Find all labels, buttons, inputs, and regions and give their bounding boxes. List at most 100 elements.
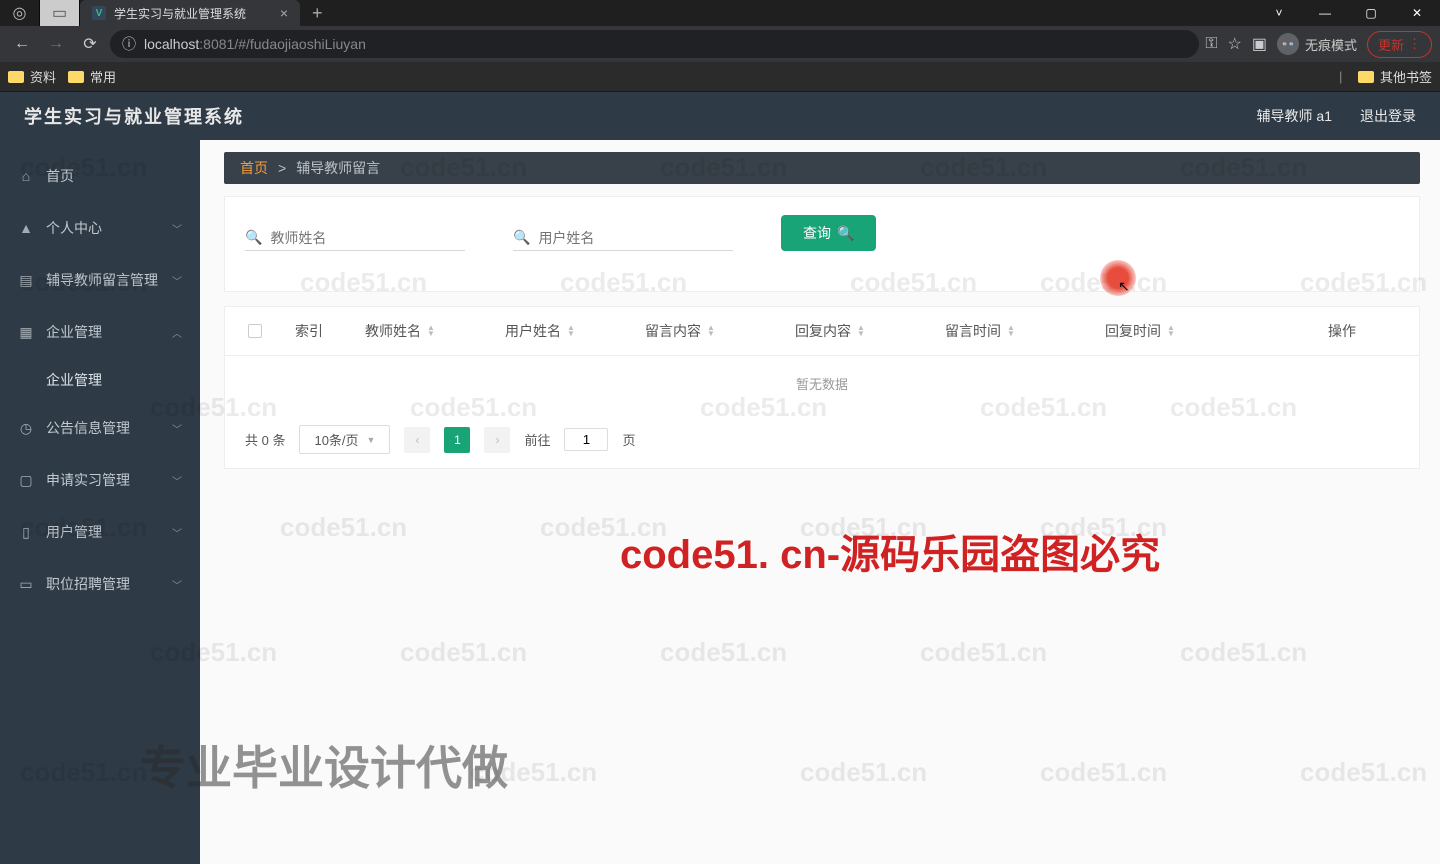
th-msg-time[interactable]: 留言时间▲▼ bbox=[945, 321, 1105, 341]
chevron-up-icon: ︿ bbox=[172, 325, 182, 340]
bookmark-folder-1[interactable]: 资料 bbox=[8, 67, 56, 86]
th-user[interactable]: 用户姓名▲▼ bbox=[505, 321, 645, 341]
th-content[interactable]: 留言内容▲▼ bbox=[645, 321, 795, 341]
tab-inactive-2[interactable]: ▭ bbox=[40, 0, 80, 26]
sidebar-item-users[interactable]: ▯用户管理﹀ bbox=[0, 506, 200, 558]
sort-icon[interactable]: ▲▼ bbox=[567, 325, 575, 337]
update-button[interactable]: 更新 ⋮ bbox=[1367, 31, 1432, 58]
pager-next[interactable]: › bbox=[484, 427, 510, 453]
logout-link[interactable]: 退出登录 bbox=[1360, 106, 1416, 126]
sidebar-item-home[interactable]: ⌂首页 bbox=[0, 150, 200, 202]
message-icon: ▤ bbox=[18, 272, 34, 289]
reload-button[interactable]: ⟳ bbox=[76, 30, 104, 58]
vue-icon: V bbox=[92, 6, 106, 20]
chevron-down-icon: ﹀ bbox=[172, 577, 182, 592]
data-table: 索引 教师姓名▲▼ 用户姓名▲▼ 留言内容▲▼ 回复内容▲▼ 留言时间▲▼ 回复… bbox=[224, 306, 1420, 469]
chevron-down-icon: ﹀ bbox=[172, 221, 182, 236]
user-name-input[interactable] bbox=[538, 230, 733, 246]
th-reply[interactable]: 回复内容▲▼ bbox=[795, 321, 945, 341]
password-key-icon[interactable]: ⚿ bbox=[1205, 35, 1217, 53]
window-dropdown-icon[interactable]: ˅ bbox=[1256, 0, 1302, 26]
breadcrumb: 首页 > 辅导教师留言 bbox=[224, 152, 1420, 184]
breadcrumb-home[interactable]: 首页 bbox=[240, 158, 268, 178]
th-reply-time[interactable]: 回复时间▲▼ bbox=[1105, 321, 1305, 341]
pager-prev[interactable]: ‹ bbox=[404, 427, 430, 453]
th-index[interactable]: 索引 bbox=[285, 321, 365, 341]
breadcrumb-sep: > bbox=[278, 160, 286, 176]
pager-goto-input[interactable] bbox=[564, 428, 608, 451]
sort-icon[interactable]: ▲▼ bbox=[1007, 325, 1015, 337]
pagination: 共 0 条 10条/页▼ ‹ 1 › 前往 页 bbox=[225, 411, 1419, 468]
sidebar: ⌂首页 ▲个人中心﹀ ▤辅导教师留言管理﹀ ▦企业管理︿ 企业管理 ◷公告信息管… bbox=[0, 140, 200, 864]
extensions-icon[interactable]: ▣ bbox=[1252, 34, 1267, 54]
url-host: localhost bbox=[144, 36, 199, 52]
sidebar-item-apply[interactable]: ▢申请实习管理﹀ bbox=[0, 454, 200, 506]
checkbox-icon[interactable] bbox=[248, 324, 262, 338]
breadcrumb-current: 辅导教师留言 bbox=[296, 158, 380, 178]
grid-icon: ▦ bbox=[18, 324, 34, 341]
chevron-down-icon: ﹀ bbox=[172, 421, 182, 436]
sidebar-item-message-mgmt[interactable]: ▤辅导教师留言管理﹀ bbox=[0, 254, 200, 306]
window-close-icon[interactable]: ✕ bbox=[1394, 0, 1440, 26]
th-ops: 操作 bbox=[1305, 321, 1419, 341]
search-button[interactable]: 查询 🔍 bbox=[781, 215, 876, 251]
pager-goto-label: 前往 bbox=[524, 430, 550, 449]
sort-icon[interactable]: ▲▼ bbox=[1167, 325, 1175, 337]
tab-title: 学生实习与就业管理系统 bbox=[114, 5, 246, 22]
sidebar-item-jobs[interactable]: ▭职位招聘管理﹀ bbox=[0, 558, 200, 610]
tab-active[interactable]: V 学生实习与就业管理系统 × bbox=[80, 0, 300, 26]
chevron-down-icon: ﹀ bbox=[172, 273, 182, 288]
forward-button[interactable]: → bbox=[42, 30, 70, 58]
phone-icon: ▯ bbox=[18, 524, 34, 541]
folder-icon bbox=[1358, 71, 1374, 83]
notice-icon: ◷ bbox=[18, 420, 34, 437]
teacher-name-field[interactable]: 🔍 bbox=[245, 225, 465, 251]
incognito-icon: 👓 bbox=[1277, 33, 1299, 55]
home-icon: ⌂ bbox=[18, 168, 34, 184]
user-icon: ▲ bbox=[18, 220, 34, 236]
pager-goto-suffix: 页 bbox=[622, 430, 635, 449]
window-minimize-icon[interactable]: — bbox=[1302, 0, 1348, 26]
chevron-down-icon: ﹀ bbox=[172, 473, 182, 488]
pager-page-1[interactable]: 1 bbox=[444, 427, 470, 453]
main-content: 首页 > 辅导教师留言 🔍 🔍 查询 🔍 bbox=[200, 140, 1440, 864]
sort-icon[interactable]: ▲▼ bbox=[427, 325, 435, 337]
address-bar[interactable]: ⓘ localhost:8081/#/fudaojiaoshiLiuyan bbox=[110, 30, 1199, 58]
window-maximize-icon[interactable]: ▢ bbox=[1348, 0, 1394, 26]
search-icon: 🔍 bbox=[245, 229, 262, 246]
pager-total: 共 0 条 bbox=[245, 430, 285, 449]
close-tab-icon[interactable]: × bbox=[280, 5, 288, 21]
page-size-select[interactable]: 10条/页▼ bbox=[299, 425, 390, 454]
bookmark-folder-2[interactable]: 常用 bbox=[68, 67, 116, 86]
sidebar-item-enterprise[interactable]: ▦企业管理︿ bbox=[0, 306, 200, 358]
clipboard-icon: ▢ bbox=[18, 472, 34, 489]
back-button[interactable]: ← bbox=[8, 30, 36, 58]
folder-icon bbox=[8, 71, 24, 83]
watermark-red: code51. cn-源码乐园盗图必究 bbox=[620, 522, 1160, 580]
th-teacher[interactable]: 教师姓名▲▼ bbox=[365, 321, 505, 341]
chevron-down-icon: ﹀ bbox=[172, 525, 182, 540]
sort-icon[interactable]: ▲▼ bbox=[707, 325, 715, 337]
sidebar-item-personal[interactable]: ▲个人中心﹀ bbox=[0, 202, 200, 254]
app-title: 学生实习与就业管理系统 bbox=[24, 103, 244, 129]
app-header: 学生实习与就业管理系统 辅导教师 a1 退出登录 bbox=[0, 92, 1440, 140]
sidebar-item-notice[interactable]: ◷公告信息管理﹀ bbox=[0, 402, 200, 454]
new-tab-button[interactable]: + bbox=[300, 3, 335, 24]
sidebar-subitem-enterprise[interactable]: 企业管理 bbox=[0, 358, 200, 402]
search-icon: 🔍 bbox=[513, 229, 530, 246]
more-menu-icon[interactable]: ⋮ bbox=[1408, 36, 1421, 52]
table-header: 索引 教师姓名▲▼ 用户姓名▲▼ 留言内容▲▼ 回复内容▲▼ 留言时间▲▼ 回复… bbox=[225, 307, 1419, 356]
user-name-field[interactable]: 🔍 bbox=[513, 225, 733, 251]
teacher-name-input[interactable] bbox=[270, 230, 465, 246]
tab-inactive-1[interactable]: ◎ bbox=[0, 0, 40, 26]
table-empty: 暂无数据 bbox=[225, 356, 1419, 411]
chevron-down-icon: ▼ bbox=[367, 435, 376, 445]
url-port: :8081 bbox=[199, 36, 234, 52]
folder-icon bbox=[68, 71, 84, 83]
site-info-icon[interactable]: ⓘ bbox=[122, 34, 136, 54]
th-checkbox[interactable] bbox=[225, 321, 285, 341]
current-user[interactable]: 辅导教师 a1 bbox=[1257, 106, 1332, 126]
other-bookmarks[interactable]: | 其他书签 bbox=[1339, 67, 1432, 86]
bookmark-star-icon[interactable]: ☆ bbox=[1228, 34, 1242, 54]
sort-icon[interactable]: ▲▼ bbox=[857, 325, 865, 337]
